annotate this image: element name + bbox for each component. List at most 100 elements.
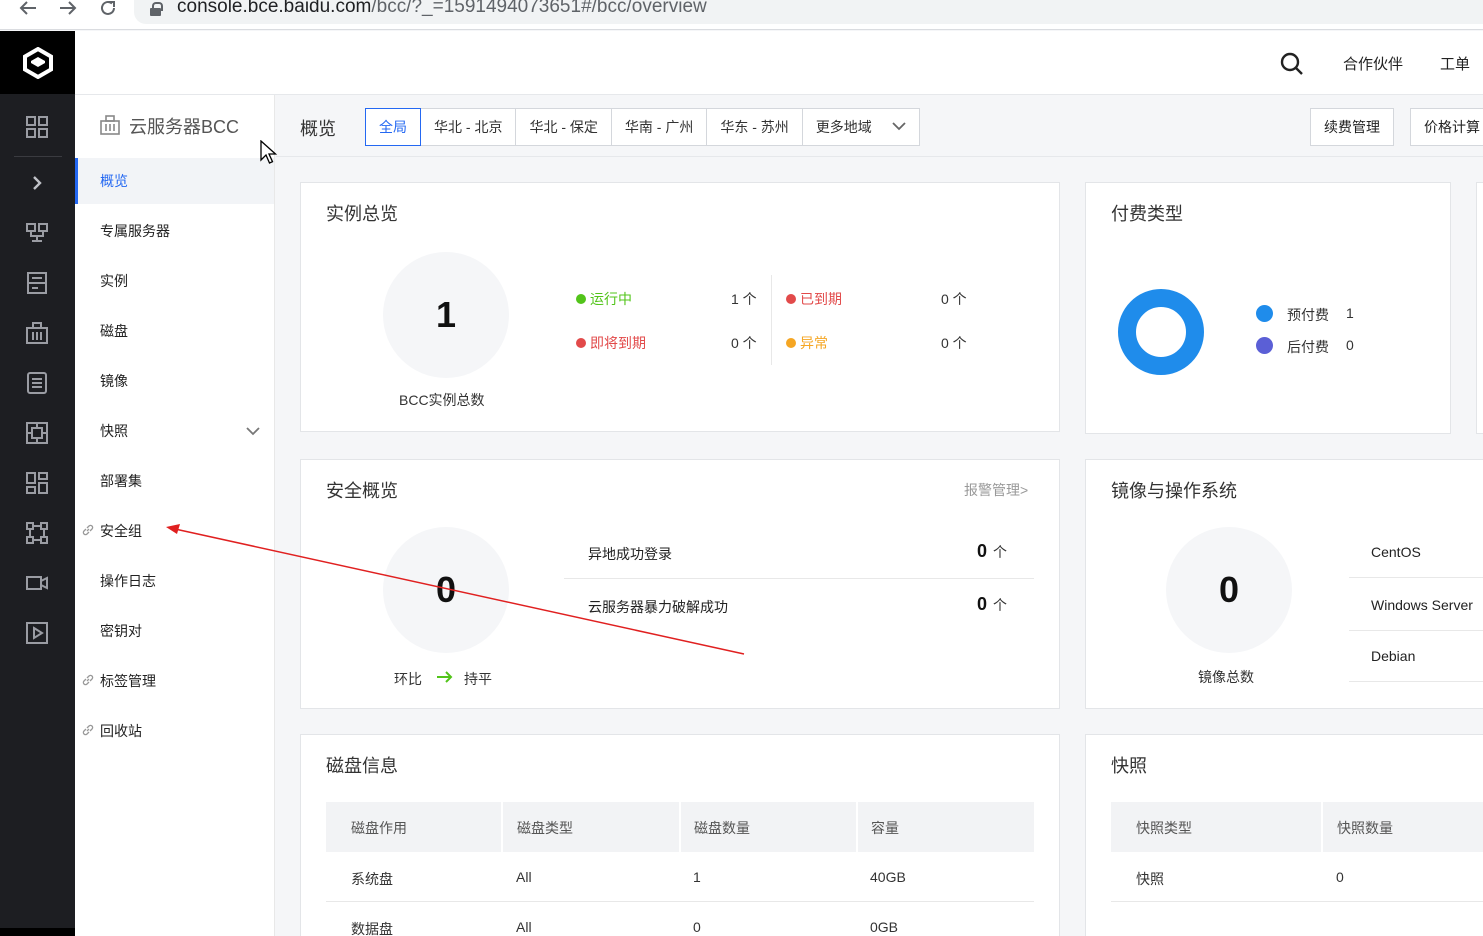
- sidebar-item-dedicated-server[interactable]: 专属服务器: [75, 208, 274, 254]
- page-title: 概览: [300, 119, 336, 139]
- link-icon: [82, 524, 94, 536]
- sidebar-item-security-group[interactable]: 安全组: [75, 508, 274, 554]
- apps-icon[interactable]: [24, 470, 50, 496]
- dashboard-icon[interactable]: [24, 114, 50, 140]
- server-building-icon[interactable]: [24, 320, 50, 346]
- sidebar-item-key-pairs[interactable]: 密钥对: [75, 608, 274, 654]
- column-header: 快照类型: [1136, 820, 1192, 836]
- table-row: 快照 0: [1111, 852, 1483, 902]
- remote-login-label: 异地成功登录: [588, 546, 672, 562]
- card-title: 实例总览: [326, 204, 398, 224]
- sidebar-item-label: 部署集: [100, 473, 142, 489]
- sidebar-item-label: 标签管理: [100, 673, 156, 689]
- table-cell: 系统盘: [351, 871, 393, 887]
- card-title: 安全概览: [326, 481, 398, 501]
- card-title: 快照: [1111, 756, 1147, 776]
- images-total-caption: 镜像总数: [1198, 669, 1254, 685]
- row-divider: [1349, 681, 1483, 682]
- video-icon[interactable]: [24, 570, 50, 596]
- postpaid-legend-value: 0: [1346, 337, 1354, 353]
- expired-count: 0 个: [941, 291, 967, 307]
- forward-icon[interactable]: [56, 0, 80, 22]
- sidebar-item-snapshots[interactable]: 快照: [75, 408, 274, 454]
- ticket-link[interactable]: 工单: [1440, 53, 1470, 74]
- sidebar-item-label: 安全组: [100, 523, 142, 539]
- baidu-cloud-logo[interactable]: [0, 31, 75, 94]
- sidebar-item-operation-log[interactable]: 操作日志: [75, 558, 274, 604]
- cluster-icon[interactable]: [24, 520, 50, 546]
- database-icon[interactable]: [24, 370, 50, 396]
- running-status[interactable]: 运行中: [576, 289, 632, 309]
- tab-region-guangzhou[interactable]: 华南 - 广州: [612, 109, 708, 145]
- network-icon[interactable]: [24, 220, 50, 246]
- running-count: 1 个: [731, 291, 757, 307]
- abnormal-status[interactable]: 异常: [786, 333, 828, 353]
- column-header: 快照数量: [1337, 820, 1393, 836]
- chevron-down-icon: [246, 427, 260, 436]
- expand-chevron-icon[interactable]: [24, 170, 50, 196]
- table-cell: 快照: [1136, 871, 1164, 887]
- abnormal-count: 0 个: [941, 335, 967, 351]
- table-cell: 1: [693, 869, 701, 885]
- tab-region-baoding[interactable]: 华北 - 保定: [516, 109, 612, 145]
- link-icon: [82, 674, 94, 686]
- mouse-cursor-icon: [260, 140, 278, 164]
- more-regions-dropdown[interactable]: 更多地域: [803, 109, 919, 145]
- renew-management-button[interactable]: 续费管理: [1310, 108, 1394, 146]
- url-text: console.bce.baidu.com/bcc/?_=15914940736…: [177, 0, 707, 17]
- sidebar-item-recycle-bin[interactable]: 回收站: [75, 708, 274, 754]
- brute-force-value: 0个: [977, 594, 1008, 614]
- address-bar[interactable]: console.bce.baidu.com/bcc/?_=15914940736…: [134, 0, 1483, 24]
- tab-region-suzhou[interactable]: 华东 - 苏州: [707, 109, 803, 145]
- expiring-count: 0 个: [731, 335, 757, 351]
- tab-region-beijing[interactable]: 华北 - 北京: [421, 109, 517, 145]
- chip-icon[interactable]: [24, 420, 50, 446]
- card-title: 镜像与操作系统: [1111, 481, 1237, 501]
- status-dot: [576, 294, 586, 304]
- back-icon[interactable]: [16, 0, 40, 22]
- table-row: 数据盘 All 0 0GB: [326, 902, 1034, 936]
- status-dot: [786, 294, 796, 304]
- media-play-icon[interactable]: [24, 620, 50, 646]
- sidebar-item-instances[interactable]: 实例: [75, 258, 274, 304]
- sidebar-item-deployment-set[interactable]: 部署集: [75, 458, 274, 504]
- expired-status[interactable]: 已到期: [786, 289, 842, 309]
- os-item-centos: CentOS: [1371, 544, 1421, 560]
- os-item-debian: Debian: [1371, 648, 1416, 664]
- snapshot-table-header: 快照类型 快照数量: [1111, 802, 1483, 852]
- sidebar-item-label: 镜像: [100, 373, 128, 389]
- instance-overview-card: 实例总览 1 BCC实例总数 运行中 1 个 即将到期 0 个 已到期 0 个 …: [300, 182, 1060, 432]
- search-icon[interactable]: [1279, 51, 1305, 80]
- chevron-down-icon: [892, 122, 906, 131]
- instance-total: 1: [435, 294, 457, 335]
- expiring-status[interactable]: 即将到期: [576, 333, 646, 353]
- nav-divider: [14, 156, 62, 157]
- table-cell: 0: [693, 919, 701, 935]
- partner-link[interactable]: 合作伙伴: [1343, 53, 1403, 74]
- sidebar-item-disks[interactable]: 磁盘: [75, 308, 274, 354]
- sidebar-item-label: 快照: [100, 423, 128, 439]
- images-total-circle: 0: [1166, 527, 1292, 653]
- lock-icon: [150, 2, 163, 16]
- global-nav-bar: [0, 31, 75, 936]
- sidebar-item-overview[interactable]: 概览: [75, 158, 274, 204]
- sidebar-item-label: 磁盘: [100, 323, 128, 339]
- prepaid-legend-dot: [1256, 305, 1273, 322]
- sidebar-item-label: 专属服务器: [100, 223, 170, 239]
- sidebar-item-label: 实例: [100, 273, 128, 289]
- os-item-windows: Windows Server: [1371, 597, 1473, 613]
- table-cell: All: [516, 919, 532, 935]
- sidebar-item-tag-management[interactable]: 标签管理: [75, 658, 274, 704]
- instance-total-circle: 1: [383, 252, 509, 378]
- sidebar-item-images[interactable]: 镜像: [75, 358, 274, 404]
- reload-icon[interactable]: [96, 0, 120, 22]
- storage-icon[interactable]: [24, 270, 50, 296]
- price-calculator-button[interactable]: 价格计算: [1410, 108, 1483, 146]
- table-cell: 0: [1336, 869, 1344, 885]
- prepaid-legend-label: 预付费: [1287, 307, 1329, 323]
- alarm-management-link[interactable]: 报警管理>: [964, 480, 1028, 500]
- postpaid-legend-label: 后付费: [1287, 339, 1329, 355]
- tab-region-global[interactable]: 全局: [365, 108, 421, 146]
- row-divider: [1349, 577, 1483, 578]
- table-cell: 数据盘: [351, 921, 393, 936]
